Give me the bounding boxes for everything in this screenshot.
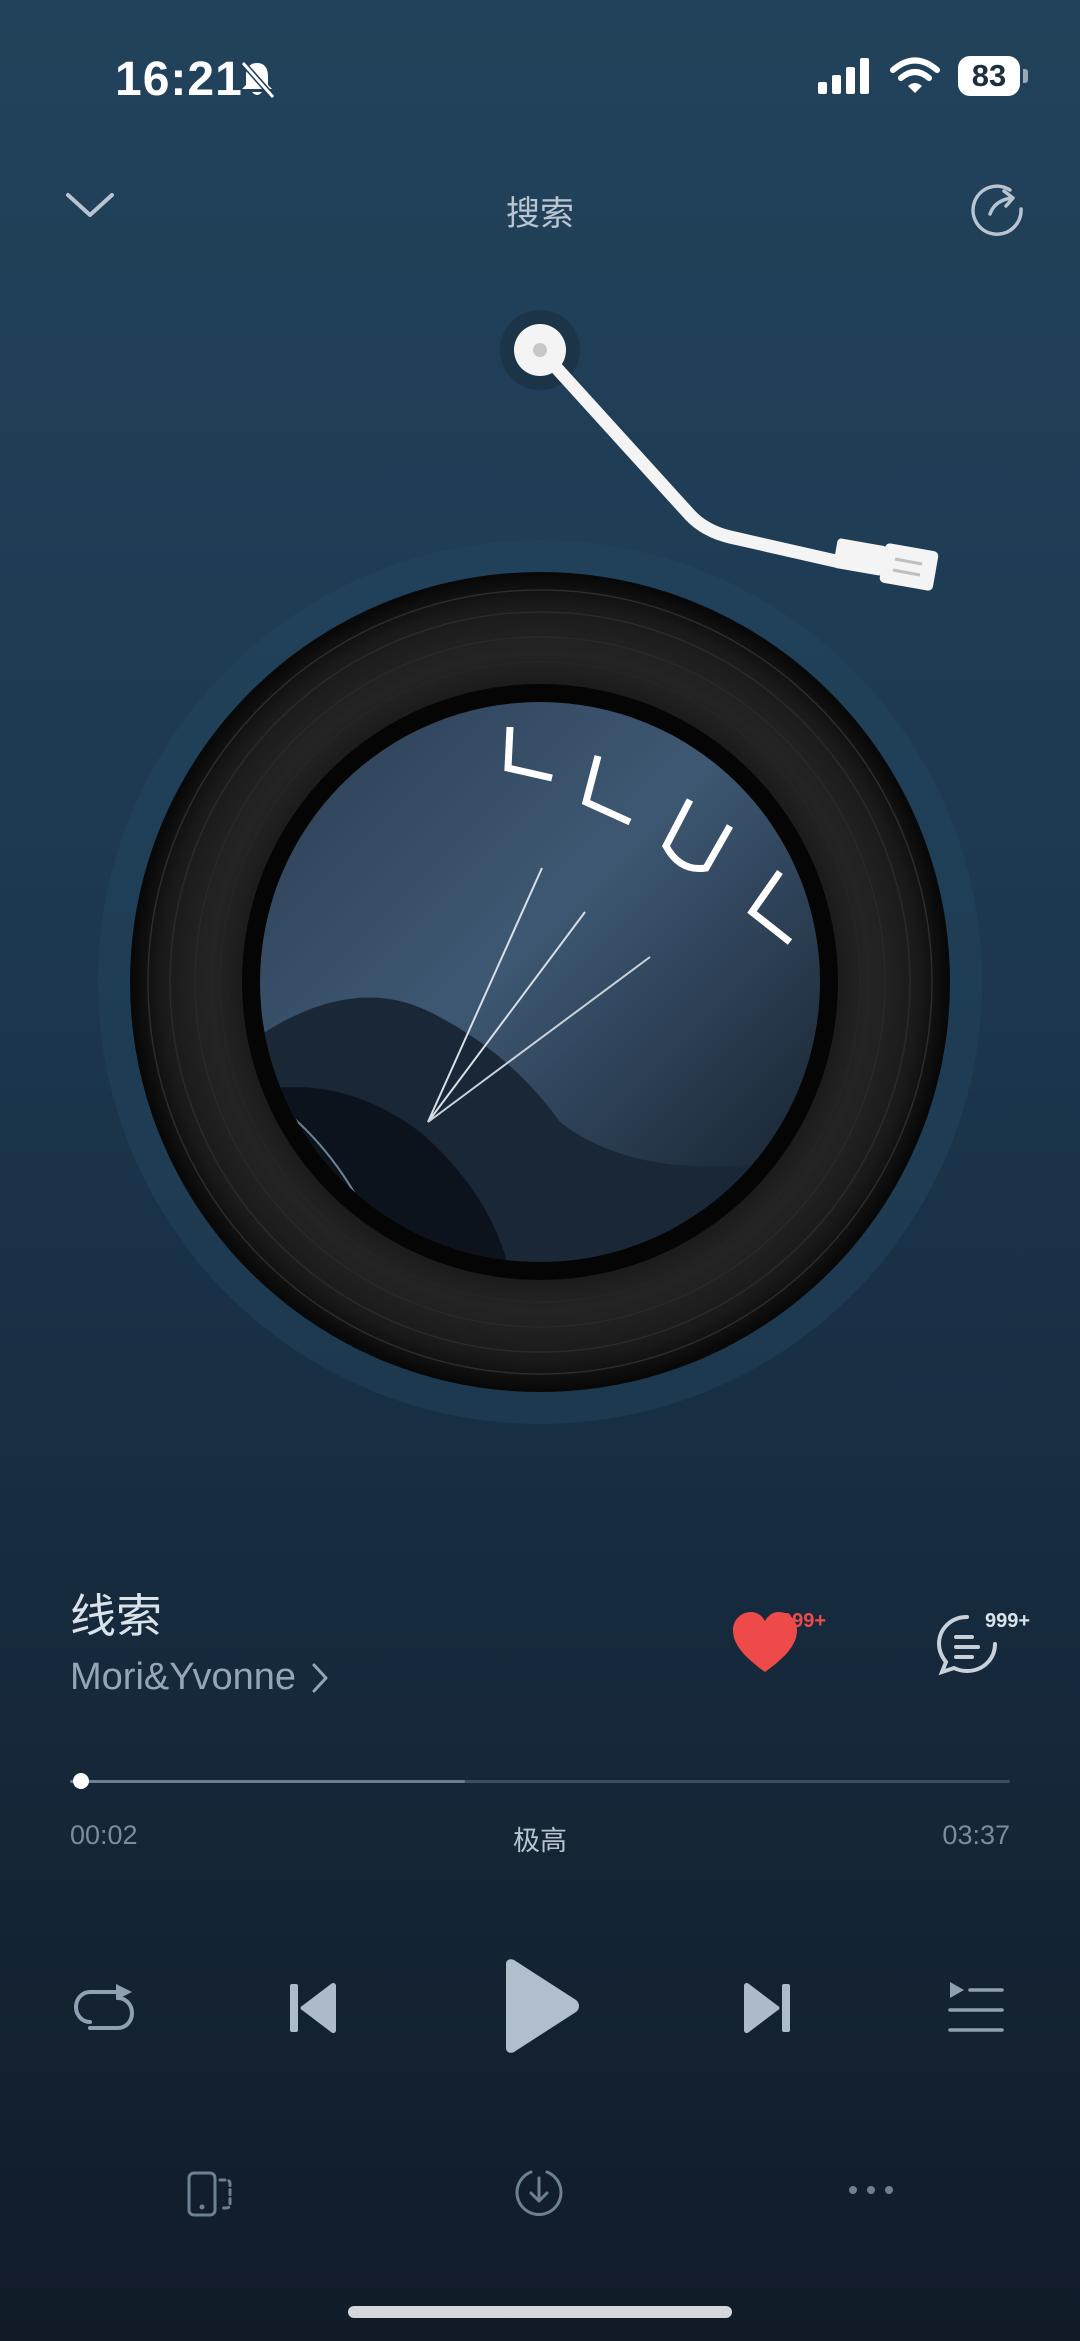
song-title: 线索 bbox=[70, 1590, 162, 1642]
comment-count: 999+ bbox=[985, 1610, 1031, 1632]
tonearm bbox=[500, 310, 939, 591]
duration-time: 03:37 bbox=[942, 1820, 1010, 1850]
signal-icon bbox=[818, 58, 869, 94]
status-time: 16:21 bbox=[115, 53, 243, 106]
chevron-right-icon bbox=[312, 1663, 328, 1692]
play-button[interactable] bbox=[498, 1958, 582, 2054]
home-indicator[interactable] bbox=[348, 2306, 732, 2318]
share-icon bbox=[971, 184, 1023, 236]
artist-link[interactable]: Mori&Yvonne bbox=[70, 1656, 330, 1699]
share-button[interactable] bbox=[962, 176, 1032, 242]
progress-thumb[interactable] bbox=[73, 1773, 89, 1789]
wifi-icon bbox=[890, 57, 940, 93]
artist-name: Mori&Yvonne bbox=[70, 1656, 297, 1698]
status-indicators: 83 bbox=[818, 56, 1028, 96]
progress-buffer bbox=[70, 1780, 465, 1783]
like-count: 999+ bbox=[781, 1610, 827, 1632]
previous-button[interactable] bbox=[286, 1980, 342, 2036]
playlist-button[interactable] bbox=[948, 1982, 1004, 2034]
device-button[interactable] bbox=[186, 2170, 236, 2220]
quality-label[interactable]: 极高 bbox=[0, 1819, 1080, 1858]
repeat-button[interactable] bbox=[72, 1982, 136, 2038]
page-title: 搜索 bbox=[506, 195, 574, 233]
battery-indicator: 83 bbox=[958, 56, 1028, 96]
next-button[interactable] bbox=[738, 1980, 794, 2036]
vinyl-record[interactable] bbox=[90, 532, 990, 1432]
more-button[interactable] bbox=[848, 2184, 894, 2196]
silent-bell-icon bbox=[240, 61, 276, 99]
download-button[interactable] bbox=[513, 2166, 565, 2218]
